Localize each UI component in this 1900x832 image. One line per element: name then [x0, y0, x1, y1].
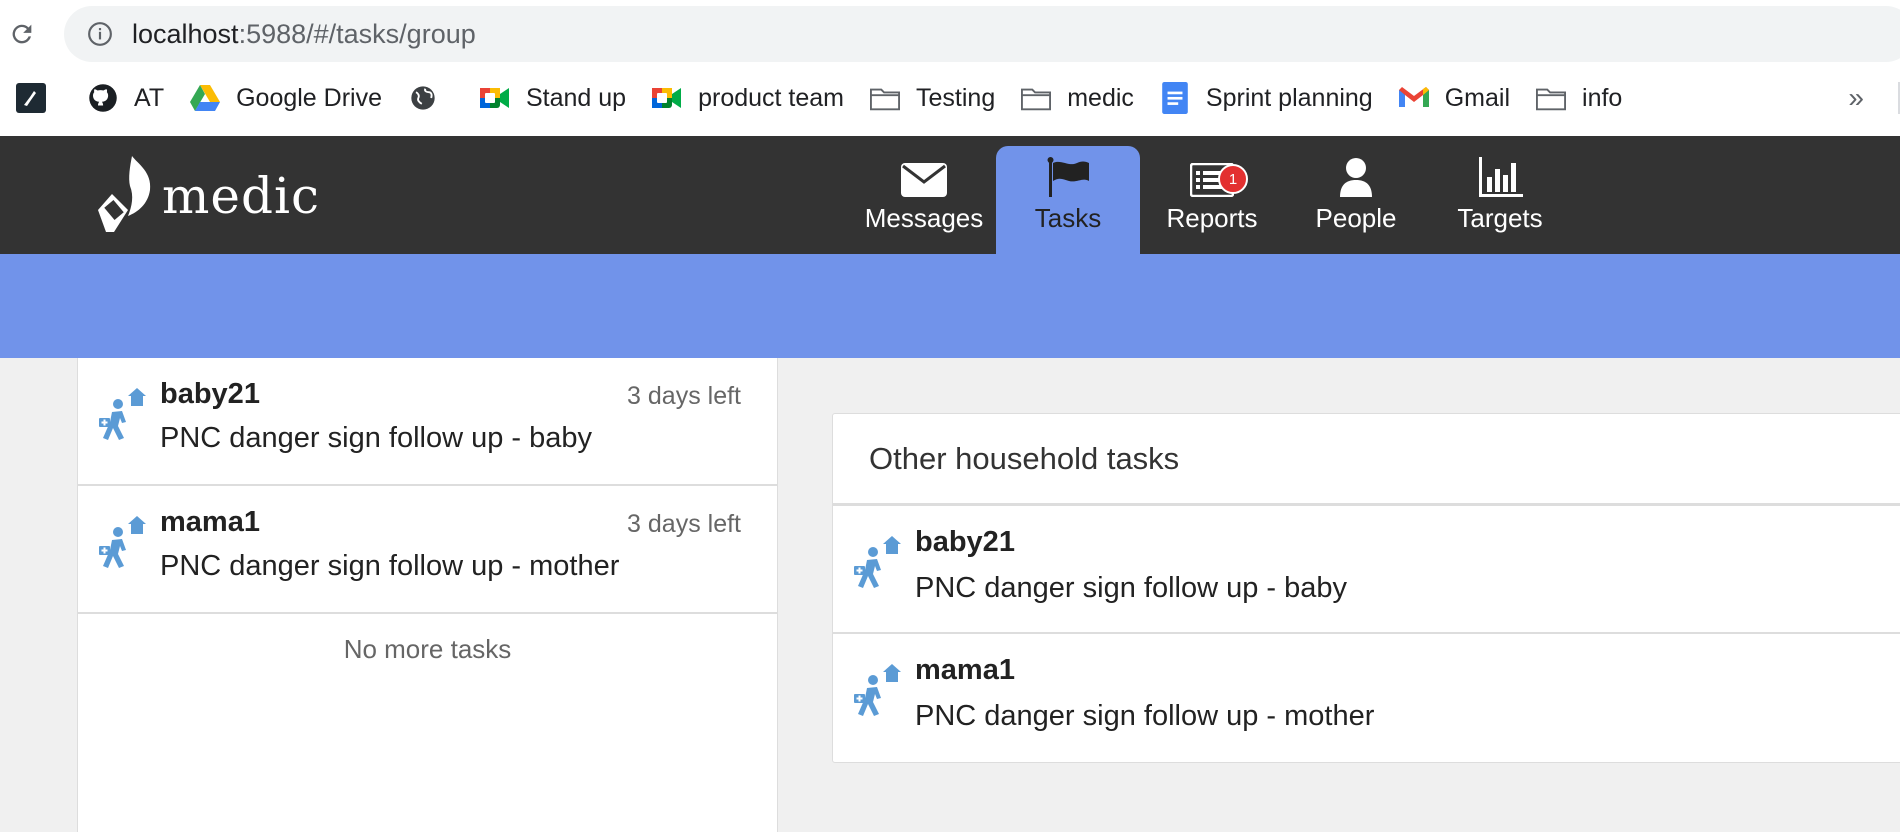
bookmark-label: AT — [134, 83, 165, 112]
reports-count-badge: 1 — [1218, 164, 1248, 194]
gmail-icon — [1398, 83, 1429, 113]
tab-tasks[interactable]: Tasks — [996, 146, 1140, 254]
bookmark-gmail[interactable]: Gmail — [1398, 74, 1511, 122]
folder-icon — [1021, 83, 1052, 113]
bookmark-label: Testing — [916, 83, 996, 112]
folder-icon — [870, 83, 901, 113]
tab-label: Messages — [864, 203, 984, 233]
google-meet-icon — [652, 83, 682, 113]
bookmark-medic[interactable] — [16, 74, 62, 122]
google-docs-icon — [1160, 82, 1190, 114]
bookmark-globe[interactable] — [408, 74, 454, 122]
bookmark-info[interactable]: info — [1536, 74, 1622, 122]
bookmark-stand-up[interactable]: Stand up — [480, 74, 626, 122]
task-list: baby21 3 days left PNC danger sign follo… — [77, 358, 778, 832]
tab-label: Reports — [1166, 203, 1258, 233]
logo-text: medic — [162, 167, 321, 225]
task-title: PNC danger sign follow up - baby — [915, 572, 1348, 604]
browser-chrome: localhost:5988/#/tasks/group AT Google D… — [0, 0, 1900, 137]
github-icon — [88, 83, 118, 113]
bookmark-label: Sprint planning — [1205, 83, 1373, 112]
main-nav: Messages Tasks 1 Reports People Targets — [852, 146, 1572, 254]
bookmark-label: medic — [1067, 83, 1134, 112]
action-bar — [0, 254, 1900, 358]
home-visit-icon — [849, 658, 909, 718]
medic-logo-icon — [16, 83, 46, 113]
google-meet-icon — [480, 83, 510, 113]
url-text[interactable]: localhost:5988/#/tasks/group — [132, 19, 476, 50]
home-visit-icon — [849, 530, 909, 590]
address-bar[interactable]: localhost:5988/#/tasks/group — [64, 6, 1900, 62]
url-host: localhost — [132, 18, 239, 49]
task-due-date: 3 days left — [627, 510, 741, 538]
person-icon — [1332, 153, 1380, 197]
no-more-tasks-label: No more tasks — [343, 634, 512, 664]
list-item[interactable]: baby21 3 days left PNC danger sign follo… — [78, 358, 777, 486]
bookmarks-bar: AT Google Drive Stand up product team Te… — [0, 74, 1900, 122]
bookmark-label: Gmail — [1444, 83, 1511, 112]
bookmark-label: Stand up — [526, 83, 627, 112]
home-visit-icon — [94, 510, 154, 570]
globe-icon — [408, 83, 438, 113]
tab-messages[interactable]: Messages — [852, 146, 996, 254]
tab-reports[interactable]: 1 Reports — [1140, 146, 1284, 254]
bookmark-medic-folder[interactable]: medic — [1021, 74, 1134, 122]
medic-logo-icon — [98, 156, 151, 232]
tab-label: Tasks — [1034, 203, 1102, 233]
tab-targets[interactable]: Targets — [1428, 146, 1572, 254]
panel-heading: Other household tasks — [833, 414, 1900, 506]
tab-label: People — [1315, 203, 1397, 233]
bookmark-sprint-planning[interactable]: Sprint planning — [1160, 74, 1373, 122]
task-title: PNC danger sign follow up - baby — [160, 422, 593, 454]
bar-chart-icon — [1476, 153, 1524, 197]
bookmark-product-team[interactable]: product team — [652, 74, 844, 122]
panel-title: Other household tasks — [869, 440, 1180, 476]
task-contact-name: baby21 — [915, 526, 1015, 558]
url-path: :5988/#/tasks/group — [238, 18, 476, 49]
tab-label: Targets — [1457, 203, 1543, 233]
bookmark-label: info — [1582, 83, 1623, 112]
bookmark-testing[interactable]: Testing — [870, 74, 995, 122]
task-title: PNC danger sign follow up - mother — [915, 700, 1375, 732]
bookmark-at[interactable]: AT — [88, 74, 164, 122]
household-tasks-panel: Other household tasks baby21 PNC danger … — [832, 413, 1900, 763]
task-contact-name: mama1 — [160, 506, 260, 538]
google-drive-icon — [190, 83, 221, 113]
flag-icon — [1044, 153, 1092, 197]
task-contact-name: baby21 — [160, 378, 260, 410]
home-visit-icon — [94, 382, 154, 442]
bookmark-google-drive[interactable]: Google Drive — [190, 74, 382, 122]
task-due-date: 3 days left — [627, 382, 741, 410]
bookmark-label: product team — [698, 83, 845, 112]
app-header: medic Messages Tasks 1 Reports People Ta… — [0, 136, 1900, 254]
envelope-icon — [900, 153, 948, 197]
bookmark-label: Google Drive — [236, 83, 382, 112]
site-info-icon[interactable] — [86, 20, 114, 48]
more-bookmarks-button[interactable]: » — [1848, 74, 1864, 122]
folder-icon — [1536, 83, 1567, 113]
task-contact-name: mama1 — [915, 654, 1015, 686]
medic-logo[interactable]: medic — [92, 146, 320, 246]
list-item[interactable]: mama1 3 days left PNC danger sign follow… — [78, 486, 777, 614]
list-item[interactable]: mama1 PNC danger sign follow up - mother — [833, 634, 1900, 762]
task-title: PNC danger sign follow up - mother — [160, 550, 620, 582]
list-item[interactable]: baby21 PNC danger sign follow up - baby — [833, 506, 1900, 634]
reload-icon[interactable] — [6, 14, 38, 54]
tab-people[interactable]: People — [1284, 146, 1428, 254]
